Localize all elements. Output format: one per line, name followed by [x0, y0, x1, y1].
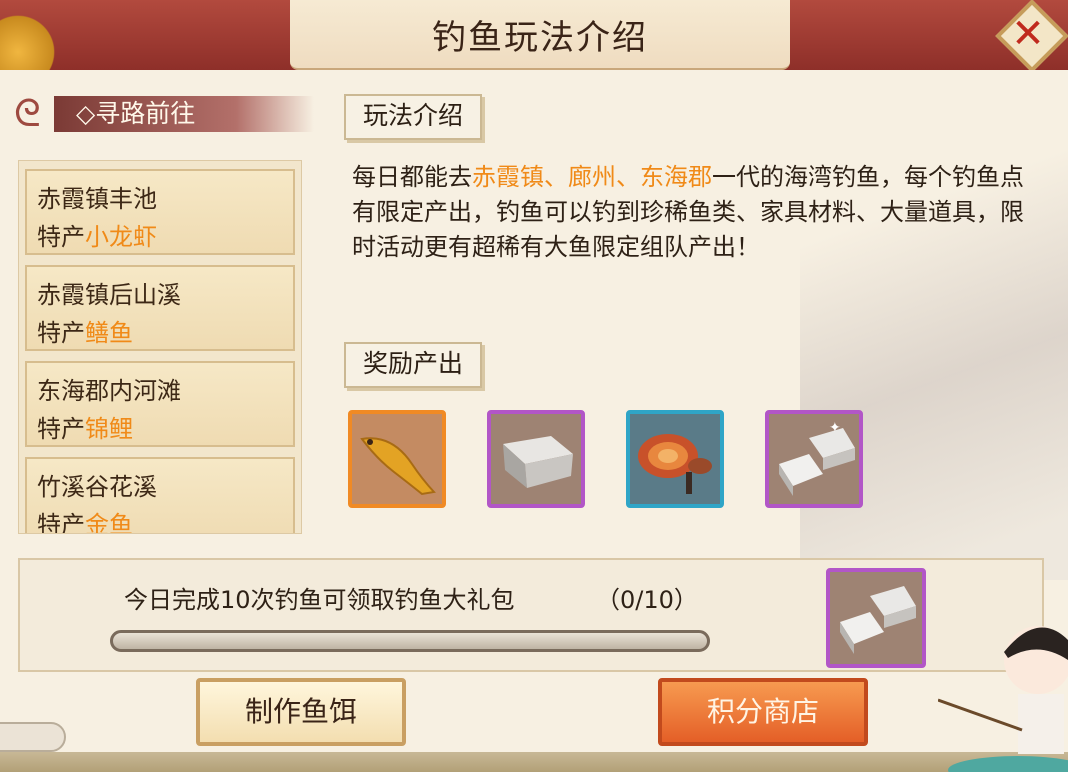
intro-text-before: 每日都能去: [352, 163, 472, 191]
fishing-spot-item[interactable]: 赤霞镇丰池 特产小龙虾: [25, 169, 295, 255]
silver-ingot-icon: [503, 436, 573, 488]
fishing-spot-list[interactable]: 赤霞镇丰池 特产小龙虾 赤霞镇后山溪 特产鳝鱼 东海郡内河滩 特产锦鲤 竹溪谷花…: [18, 160, 302, 534]
window-title: 钓鱼玩法介绍: [432, 18, 648, 58]
specialty-value: 小龙虾: [85, 223, 157, 251]
specialty-value: 鳝鱼: [85, 319, 133, 347]
specialty-prefix: 特产: [37, 511, 85, 534]
spot-name: 东海郡内河滩: [37, 377, 181, 405]
points-shop-button[interactable]: 积分商店: [658, 678, 868, 746]
specialty-value: 金鱼: [85, 511, 133, 534]
silver-bars-icon: ✦: [779, 420, 855, 496]
reward-slot[interactable]: [487, 410, 585, 508]
pathfinding-header: ᘓ ◇寻路前往: [14, 91, 314, 135]
spot-name: 竹溪谷花溪: [37, 473, 157, 501]
spot-specialty: 特产锦鲤: [37, 409, 133, 444]
fishing-spot-item[interactable]: 东海郡内河滩 特产锦鲤: [25, 361, 295, 447]
specialty-prefix: 特产: [37, 223, 85, 251]
svg-text:✦: ✦: [829, 420, 841, 436]
intro-places: 赤霞镇、廊州、东海郡: [472, 163, 712, 191]
bottom-border: [0, 752, 1068, 772]
intro-section-tag: 玩法介绍: [344, 94, 482, 140]
spot-specialty: 特产金鱼: [37, 505, 133, 534]
rewards-section-label: 奖励产出: [362, 349, 463, 378]
side-toggle-handle[interactable]: [0, 722, 66, 752]
intro-section-label: 玩法介绍: [362, 101, 463, 130]
spot-specialty: 特产鳝鱼: [37, 313, 133, 348]
spot-name: 赤霞镇后山溪: [37, 281, 181, 309]
rewards-section-tag: 奖励产出: [344, 342, 482, 388]
close-icon: ✕: [1011, 11, 1045, 57]
golden-fish-icon: [360, 437, 436, 496]
daily-task-count: （0/10）: [596, 586, 698, 614]
specialty-prefix: 特产: [37, 319, 85, 347]
daily-progress-bar: [110, 630, 710, 652]
spot-specialty: 特产小龙虾: [37, 217, 157, 252]
silver-bars-icon: [840, 586, 916, 654]
fishing-spot-item[interactable]: 赤霞镇后山溪 特产鳝鱼: [25, 265, 295, 351]
pathfinding-label: ◇寻路前往: [76, 99, 196, 128]
fishing-spot-item[interactable]: 竹溪谷花溪 特产金鱼: [25, 457, 295, 534]
specialty-value: 锦鲤: [85, 415, 133, 443]
reward-slot[interactable]: [348, 410, 446, 508]
gift-pack-slot[interactable]: [826, 568, 926, 668]
reward-slot[interactable]: [626, 410, 724, 508]
reward-slot[interactable]: ✦: [765, 410, 863, 508]
fishing-character-icon: [938, 626, 1068, 772]
make-bait-button[interactable]: 制作鱼饵: [196, 678, 406, 746]
close-button[interactable]: ✕: [995, 0, 1068, 73]
specialty-prefix: 特产: [37, 415, 85, 443]
lingzhi-mushroom-icon: [638, 434, 712, 494]
spot-name: 赤霞镇丰池: [37, 185, 157, 213]
daily-task-text: 今日完成10次钓鱼可领取钓鱼大礼包: [124, 586, 515, 614]
intro-description: 每日都能去赤霞镇、廊州、东海郡一代的海湾钓鱼，每个钓鱼点有限定产出，钓鱼可以钓到…: [352, 160, 1042, 265]
cloud-swirl-icon: ᘓ: [14, 91, 41, 135]
